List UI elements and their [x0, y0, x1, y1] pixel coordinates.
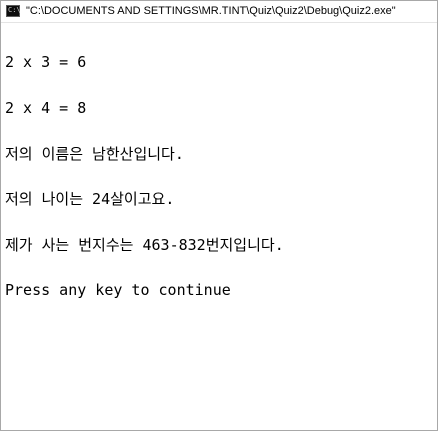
window-title: "C:\DOCUMENTS AND SETTINGS\MR.TINT\Quiz\… [26, 5, 396, 17]
output-line: 제가 사는 번지수는 463-832번지입니다. [5, 235, 284, 254]
output-line: Press any key to continue [5, 281, 231, 300]
output-line: 저의 나이는 24살이고요. [5, 190, 175, 209]
output-line: 2 x 4 = 8 [5, 99, 87, 117]
output-line: 2 x 3 = 6 [5, 53, 87, 72]
console-output[interactable]: 2 x 3 = 6 2 x 4 = 8 저의 이름은 남한산입니다. 저의 나이… [5, 25, 435, 427]
console-icon-label: C:\ [8, 6, 21, 14]
console-window: C:\ "C:\DOCUMENTS AND SETTINGS\MR.TINT\Q… [0, 0, 438, 431]
console-app-icon[interactable]: C:\ [6, 5, 21, 17]
output-line: 저의 이름은 남한산입니다. [5, 144, 184, 163]
title-bar[interactable]: C:\ "C:\DOCUMENTS AND SETTINGS\MR.TINT\Q… [1, 1, 437, 23]
